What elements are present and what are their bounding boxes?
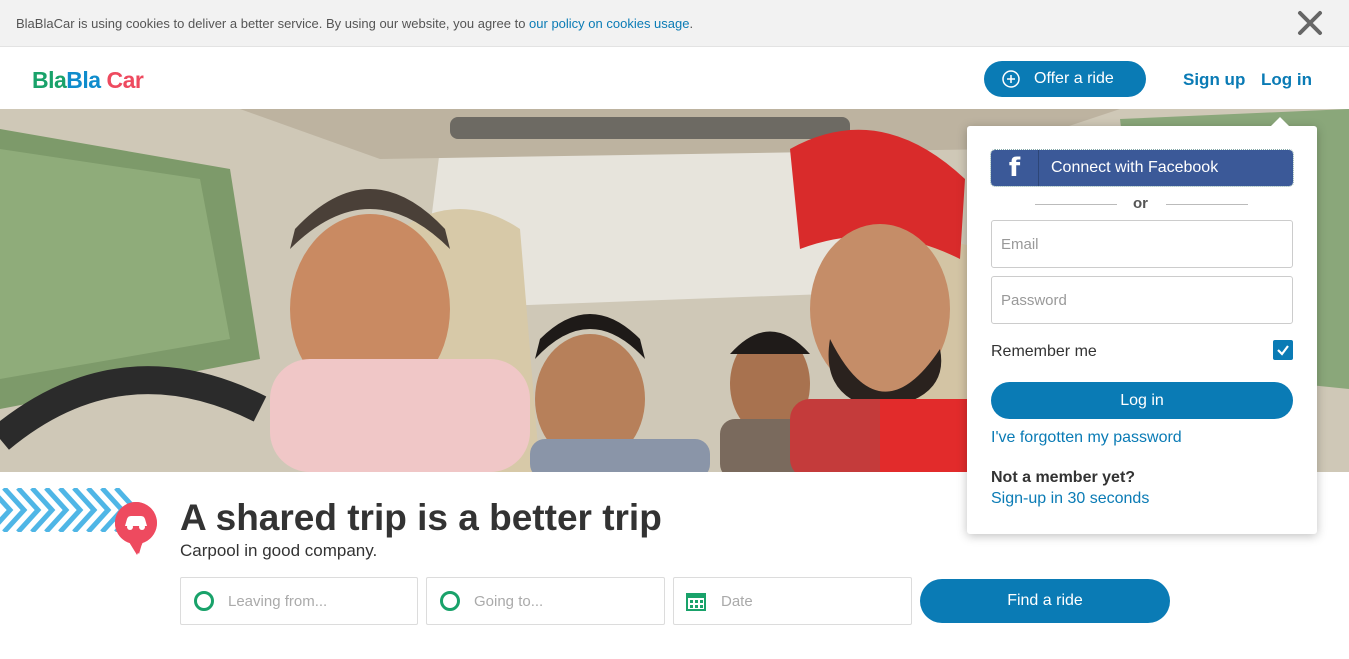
facebook-connect-label: Connect with Facebook bbox=[1051, 159, 1219, 176]
destination-circle-icon bbox=[440, 591, 460, 611]
calendar-icon bbox=[686, 593, 706, 611]
cookie-message: BlaBlaCar is using cookies to deliver a … bbox=[16, 16, 693, 31]
dropdown-arrow bbox=[1271, 117, 1289, 126]
cookie-text: BlaBlaCar is using cookies to deliver a … bbox=[16, 16, 530, 31]
signup-link[interactable]: Sign up bbox=[1183, 70, 1245, 90]
login-dropdown: f Connect with Facebook or Email Passwor… bbox=[967, 117, 1317, 534]
origin-circle-icon bbox=[194, 591, 214, 611]
cookie-policy-link[interactable]: our policy on cookies usage bbox=[529, 16, 689, 31]
close-icon[interactable] bbox=[1296, 9, 1324, 37]
going-to-placeholder: Going to... bbox=[474, 592, 544, 610]
logo-part-3: Car bbox=[106, 67, 144, 93]
offer-ride-button[interactable]: Offer a ride bbox=[984, 61, 1146, 97]
date-placeholder: Date bbox=[721, 592, 753, 610]
car-bubble-icon bbox=[114, 502, 157, 555]
divider-left bbox=[1035, 204, 1117, 205]
or-separator: or bbox=[1133, 195, 1148, 212]
checkmark-icon bbox=[1277, 345, 1289, 356]
hero-tagline: A shared trip is a better trip bbox=[180, 497, 662, 538]
email-field[interactable]: Email bbox=[991, 220, 1293, 268]
not-member-heading: Not a member yet? bbox=[991, 469, 1136, 486]
facebook-icon: f bbox=[991, 150, 1039, 186]
find-ride-button[interactable]: Find a ride bbox=[920, 579, 1170, 623]
blablacar-logo[interactable]: BlaBla Car bbox=[32, 67, 144, 94]
facebook-connect-button[interactable]: f Connect with Facebook bbox=[990, 149, 1294, 187]
remember-me-label: Remember me bbox=[991, 343, 1097, 360]
plus-circle-icon bbox=[1002, 70, 1020, 88]
divider-right bbox=[1166, 204, 1248, 205]
leaving-from-input[interactable]: Leaving from... bbox=[180, 577, 418, 625]
logo-part-1: Bla bbox=[32, 67, 67, 93]
cookie-bar: BlaBlaCar is using cookies to deliver a … bbox=[0, 0, 1349, 47]
signup-30-seconds-link[interactable]: Sign-up in 30 seconds bbox=[991, 490, 1149, 508]
remember-me-checkbox[interactable] bbox=[1273, 340, 1293, 360]
offer-ride-label: Offer a ride bbox=[1034, 70, 1114, 87]
site-header: BlaBla Car Offer a ride Sign up Log in bbox=[0, 47, 1349, 109]
logo-part-2: Bla bbox=[66, 67, 101, 93]
date-input[interactable]: Date bbox=[673, 577, 912, 625]
leaving-from-placeholder: Leaving from... bbox=[228, 592, 328, 610]
password-field[interactable]: Password bbox=[991, 276, 1293, 324]
cookie-text-end: . bbox=[689, 16, 694, 31]
login-submit-button[interactable]: Log in bbox=[991, 382, 1293, 419]
email-placeholder: Email bbox=[1001, 235, 1039, 253]
going-to-input[interactable]: Going to... bbox=[426, 577, 665, 625]
hero-subtagline: Carpool in good company. bbox=[180, 541, 378, 560]
login-link[interactable]: Log in bbox=[1261, 70, 1312, 90]
forgot-password-link[interactable]: I've forgotten my password bbox=[991, 429, 1182, 447]
password-placeholder: Password bbox=[1001, 291, 1067, 309]
